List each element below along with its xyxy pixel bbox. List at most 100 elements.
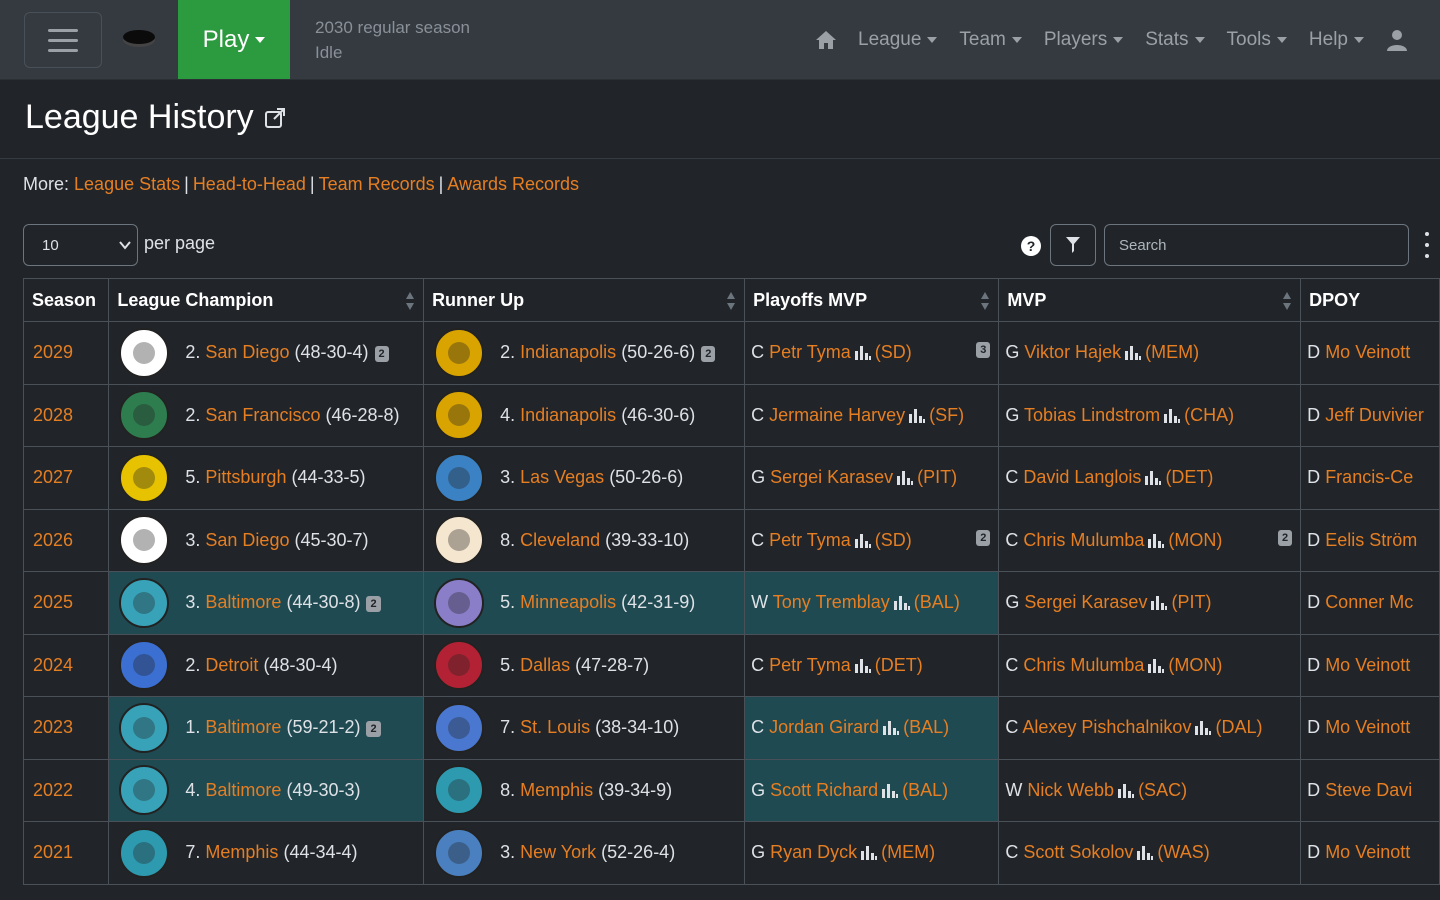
team-logo[interactable] [115, 387, 173, 443]
runner-up-team-link[interactable]: Indianapolis [520, 405, 616, 425]
playoffs-mvp-link[interactable]: Jermaine Harvey [769, 405, 905, 425]
player-team-link[interactable]: (BAL) [914, 592, 960, 612]
runner-up-team-link[interactable]: Cleveland [520, 530, 600, 550]
mvp-link[interactable]: Viktor Hajek [1024, 342, 1121, 362]
runner-up-header[interactable]: Runner Up [423, 278, 746, 322]
season-link[interactable]: 2024 [33, 655, 73, 675]
nav-league[interactable]: League [858, 29, 938, 51]
team-logo[interactable] [115, 637, 173, 693]
mvp-link[interactable]: David Langlois [1023, 467, 1141, 487]
nav-help[interactable]: Help [1309, 29, 1364, 51]
dpoy-header[interactable]: DPOY [1300, 278, 1440, 322]
player-team-link[interactable]: (MEM) [1145, 342, 1199, 362]
team-logo[interactable] [430, 637, 488, 693]
runner-up-team-link[interactable]: Indianapolis [520, 342, 616, 362]
nav-team[interactable]: Team [959, 29, 1022, 51]
stats-bars-icon[interactable] [882, 719, 900, 736]
stats-bars-icon[interactable] [1163, 407, 1181, 423]
team-records-link[interactable]: Team Records [319, 174, 435, 194]
stats-bars-icon[interactable] [854, 532, 872, 548]
player-team-link[interactable]: (SD) [875, 530, 912, 550]
champion-team-link[interactable]: Pittsburgh [205, 467, 286, 487]
season-link[interactable]: 2025 [33, 592, 73, 612]
mvp-header[interactable]: MVP [998, 278, 1302, 322]
stats-bars-icon[interactable] [896, 469, 914, 486]
player-team-link[interactable]: (BAL) [903, 717, 949, 737]
puck-logo-icon[interactable] [123, 30, 155, 44]
awards-records-link[interactable]: Awards Records [447, 174, 579, 194]
mvp-link[interactable]: Chris Mulumba [1023, 530, 1144, 550]
dpoy-link[interactable]: Mo Veinott [1325, 842, 1410, 862]
dpoy-link[interactable]: Jeff Duvivier [1325, 405, 1424, 425]
hamburger-menu-button[interactable] [24, 12, 102, 68]
stats-bars-icon[interactable] [908, 407, 926, 423]
season-link[interactable]: 2028 [33, 405, 73, 425]
mvp-link[interactable]: Scott Sokolov [1023, 842, 1133, 862]
season-link[interactable]: 2022 [33, 780, 73, 800]
dpoy-link[interactable]: Conner Mc [1325, 592, 1413, 612]
player-team-link[interactable]: (PIT) [917, 467, 957, 487]
player-team-link[interactable]: (MEM) [881, 842, 935, 862]
nav-players[interactable]: Players [1044, 29, 1124, 51]
champion-team-link[interactable]: Baltimore [205, 717, 281, 737]
mvp-link[interactable]: Nick Webb [1027, 780, 1114, 800]
stats-bars-icon[interactable] [1147, 532, 1165, 548]
champion-team-link[interactable]: Baltimore [205, 780, 281, 800]
player-team-link[interactable]: (DET) [875, 655, 923, 675]
team-logo[interactable] [115, 825, 173, 881]
stats-bars-icon[interactable] [893, 594, 911, 611]
team-logo[interactable] [115, 325, 173, 381]
team-logo[interactable] [115, 575, 173, 631]
player-team-link[interactable]: (CHA) [1184, 405, 1234, 425]
mvp-link[interactable]: Sergei Karasev [1024, 592, 1147, 612]
play-button[interactable]: Play [178, 0, 290, 79]
team-logo[interactable] [430, 325, 488, 381]
team-logo[interactable] [115, 450, 173, 506]
runner-up-team-link[interactable]: Memphis [520, 780, 593, 800]
stats-bars-icon[interactable] [1147, 657, 1165, 673]
team-logo[interactable] [430, 700, 488, 756]
player-team-link[interactable]: (BAL) [902, 780, 948, 800]
filter-button[interactable] [1050, 224, 1096, 266]
stats-bars-icon[interactable] [1150, 594, 1168, 611]
team-logo[interactable] [430, 762, 488, 818]
season-header[interactable]: Season [22, 278, 110, 322]
team-logo[interactable] [430, 450, 488, 506]
kebab-icon[interactable] [1423, 232, 1431, 258]
team-logo[interactable] [115, 762, 173, 818]
team-logo[interactable] [115, 700, 173, 756]
mvp-link[interactable]: Chris Mulumba [1023, 655, 1144, 675]
stats-bars-icon[interactable] [1194, 719, 1212, 736]
team-logo[interactable] [430, 512, 488, 568]
mvp-link[interactable]: Alexey Pishchalnikov [1022, 717, 1191, 737]
playoffs-mvp-link[interactable]: Petr Tyma [769, 530, 851, 550]
runner-up-team-link[interactable]: Dallas [520, 655, 570, 675]
playoffs-mvp-link[interactable]: Tony Tremblay [773, 592, 890, 612]
season-link[interactable]: 2023 [33, 717, 73, 737]
dpoy-link[interactable]: Mo Veinott [1325, 655, 1410, 675]
team-logo[interactable] [430, 387, 488, 443]
stats-bars-icon[interactable] [1144, 469, 1162, 486]
season-link[interactable]: 2027 [33, 467, 73, 487]
league-stats-link[interactable]: League Stats [74, 174, 180, 194]
stats-bars-icon[interactable] [1117, 782, 1135, 798]
stats-bars-icon[interactable] [1124, 344, 1142, 361]
head-to-head-link[interactable]: Head-to-Head [193, 174, 306, 194]
playoffs-mvp-link[interactable]: Petr Tyma [769, 655, 851, 675]
stats-bars-icon[interactable] [1136, 844, 1154, 861]
dpoy-link[interactable]: Mo Veinott [1325, 717, 1410, 737]
external-link-icon[interactable] [264, 107, 286, 129]
runner-up-team-link[interactable]: New York [520, 842, 596, 862]
season-link[interactable]: 2021 [33, 842, 73, 862]
stats-bars-icon[interactable] [854, 344, 872, 361]
playoffs-mvp-header[interactable]: Playoffs MVP [744, 278, 1000, 322]
dpoy-link[interactable]: Mo Veinott [1325, 342, 1410, 362]
user-icon[interactable] [1386, 28, 1408, 52]
champion-team-link[interactable]: Memphis [205, 842, 278, 862]
playoffs-mvp-link[interactable]: Jordan Girard [769, 717, 879, 737]
nav-stats[interactable]: Stats [1145, 29, 1205, 51]
per-page-select[interactable]: 10 [23, 224, 138, 266]
playoffs-mvp-link[interactable]: Ryan Dyck [770, 842, 857, 862]
dpoy-link[interactable]: Eelis Ström [1325, 530, 1417, 550]
stats-bars-icon[interactable] [881, 782, 899, 798]
